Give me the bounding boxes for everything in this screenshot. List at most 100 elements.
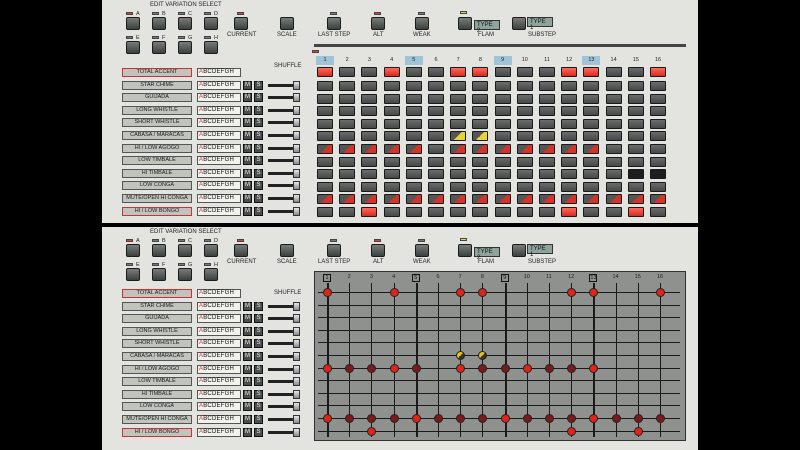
flam-button[interactable] xyxy=(458,17,472,30)
substep-type-display[interactable]: TYPE 1 xyxy=(527,17,553,31)
step-cell[interactable] xyxy=(627,181,644,192)
step-cell[interactable] xyxy=(450,118,467,129)
conga-dot[interactable] xyxy=(389,414,399,423)
agogo-dot[interactable] xyxy=(389,363,399,373)
step-cell[interactable] xyxy=(583,106,600,117)
step-cell[interactable] xyxy=(361,81,378,91)
shuffle-slider-handle[interactable] xyxy=(293,105,300,115)
accent-step-7[interactable] xyxy=(450,67,467,77)
mute-button[interactable]: M xyxy=(243,377,252,387)
step-cell[interactable] xyxy=(405,106,422,117)
step-cell[interactable] xyxy=(383,118,400,129)
step-cell[interactable] xyxy=(539,81,555,91)
shuffle-slider-handle[interactable] xyxy=(293,206,300,216)
step-cell[interactable] xyxy=(428,81,444,91)
instrument-label[interactable]: SHORT WHISTLE xyxy=(122,339,192,349)
step-cell[interactable] xyxy=(405,181,422,192)
step-cell[interactable] xyxy=(650,207,666,217)
step-cell[interactable] xyxy=(428,181,444,192)
instrument-label[interactable]: GUIJADA xyxy=(122,314,192,324)
step-cell[interactable] xyxy=(428,106,444,117)
mute-button[interactable]: M xyxy=(243,93,252,103)
step-cell[interactable] xyxy=(339,207,356,217)
accent-step-6[interactable] xyxy=(428,67,444,77)
solo-button[interactable]: S xyxy=(254,301,263,311)
agogo-dot[interactable] xyxy=(545,363,554,373)
step-cell[interactable] xyxy=(627,207,644,217)
solo-button[interactable]: S xyxy=(254,339,263,349)
variation-letters[interactable]: ABCDEFGH xyxy=(197,93,241,103)
agogo-dot[interactable] xyxy=(500,363,510,373)
step-cell[interactable] xyxy=(583,156,600,167)
instrument-label[interactable]: TOTAL ACCENT xyxy=(122,68,192,77)
mute-button[interactable]: M xyxy=(243,194,252,203)
mute-button[interactable]: M xyxy=(243,427,252,437)
step-cell[interactable] xyxy=(405,118,422,129)
step-cell[interactable] xyxy=(339,181,356,192)
accent-step-12[interactable] xyxy=(561,67,578,77)
step-cell[interactable] xyxy=(494,144,511,154)
instrument-label[interactable]: TOTAL ACCENT xyxy=(122,289,192,298)
step-cell[interactable] xyxy=(450,93,467,104)
conga-dot[interactable] xyxy=(545,414,554,423)
step-cell[interactable] xyxy=(650,118,666,129)
step-cell[interactable] xyxy=(383,131,400,142)
variation-button-g[interactable] xyxy=(178,41,192,54)
step-cell[interactable] xyxy=(539,181,555,192)
step-cell[interactable] xyxy=(450,81,467,91)
instrument-label[interactable]: MUTE/OPEN HI CONGA xyxy=(122,194,192,203)
variation-letters[interactable]: ABCDEFGH xyxy=(197,389,241,399)
variation-letters[interactable]: ABCDEFGH xyxy=(197,156,241,166)
shuffle-slider-handle[interactable] xyxy=(293,80,300,90)
variation-button-c[interactable] xyxy=(178,244,192,257)
step-cell[interactable] xyxy=(494,181,511,192)
mute-button[interactable]: M xyxy=(243,402,252,412)
solo-button[interactable]: S xyxy=(254,326,263,336)
mute-button[interactable]: M xyxy=(243,131,252,140)
step-cell[interactable] xyxy=(605,181,622,192)
step-cell[interactable] xyxy=(561,194,578,205)
instrument-label[interactable]: LOW TIMBALE xyxy=(122,156,192,166)
mute-button[interactable]: M xyxy=(243,389,252,399)
step-cell[interactable] xyxy=(561,169,578,180)
shuffle-slider-handle[interactable] xyxy=(293,427,300,437)
variation-letters[interactable]: ABCDEFGH xyxy=(197,415,241,424)
bongo-dot[interactable] xyxy=(633,426,643,436)
shuffle-slider-handle[interactable] xyxy=(293,339,300,349)
step-cell[interactable] xyxy=(539,169,555,180)
agogo-dot[interactable] xyxy=(478,363,488,373)
step-cell[interactable] xyxy=(450,106,467,117)
flam-type-display[interactable]: TYPE 2 xyxy=(474,20,500,34)
step-cell[interactable] xyxy=(539,131,555,142)
step-cell[interactable] xyxy=(494,156,511,167)
step-cell[interactable] xyxy=(383,106,400,117)
agogo-dot[interactable] xyxy=(411,363,421,373)
mute-button[interactable]: M xyxy=(243,339,252,349)
step-cell[interactable] xyxy=(605,194,622,205)
step-cell[interactable] xyxy=(583,144,600,154)
step-cell[interactable] xyxy=(383,207,400,217)
step-cell[interactable] xyxy=(361,118,378,129)
step-cell[interactable] xyxy=(561,144,578,154)
step-cell[interactable] xyxy=(317,194,333,205)
solo-button[interactable]: S xyxy=(254,364,263,374)
accent-dot[interactable] xyxy=(389,288,399,297)
accent-step-2[interactable] xyxy=(339,67,356,77)
step-cell[interactable] xyxy=(539,156,555,167)
step-cell[interactable] xyxy=(383,81,400,91)
solo-button[interactable]: S xyxy=(254,377,263,387)
step-cell[interactable] xyxy=(561,106,578,117)
step-cell[interactable] xyxy=(428,93,444,104)
step-cell[interactable] xyxy=(339,131,356,142)
shuffle-slider-handle[interactable] xyxy=(293,93,300,103)
variation-button-f[interactable] xyxy=(152,41,166,54)
flam-type-display[interactable]: TYPE 2 xyxy=(474,247,500,261)
step-cell[interactable] xyxy=(450,169,467,180)
accent-step-4[interactable] xyxy=(383,67,400,77)
step-cell[interactable] xyxy=(561,131,578,142)
solo-button[interactable]: S xyxy=(254,181,263,191)
step-cell[interactable] xyxy=(428,144,444,154)
step-cell[interactable] xyxy=(516,207,533,217)
alt-button[interactable] xyxy=(371,244,385,257)
step-cell[interactable] xyxy=(339,81,356,91)
